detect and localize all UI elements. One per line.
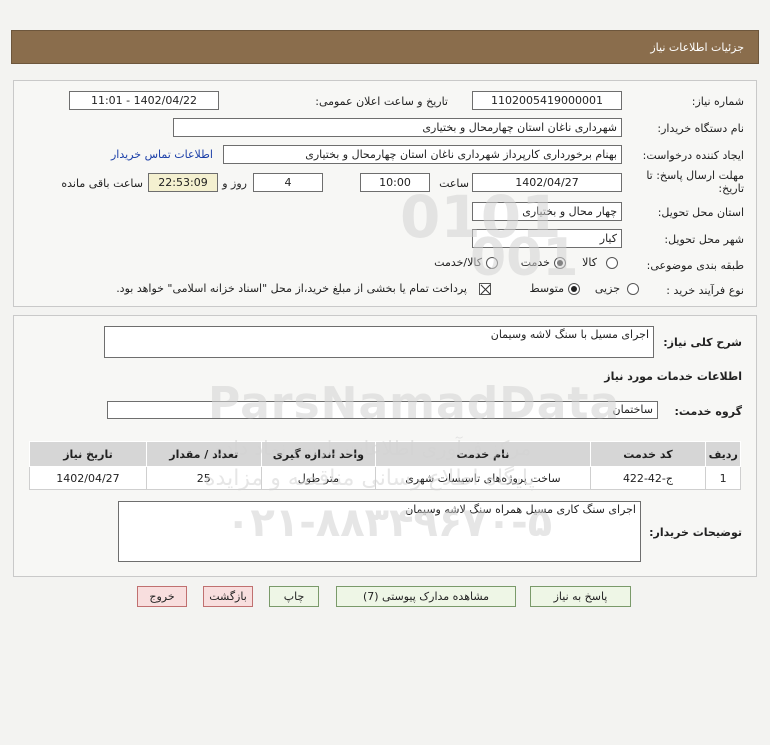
- buyer-contact-link[interactable]: اطلاعات تماس خریدار: [111, 148, 213, 161]
- category-label: طبقه بندی موضوعی:: [646, 259, 744, 272]
- cell-row-number: 1: [705, 466, 741, 490]
- category-option-goods: کالا: [582, 256, 597, 269]
- deadline-time-label: ساعت: [439, 177, 469, 190]
- col-need-date: تاریخ نیاز: [29, 441, 147, 467]
- treasury-payment-note: پرداخت تمام یا بخشی از مبلغ خرید،از محل …: [116, 282, 467, 295]
- process-option-minor: جزیی: [594, 282, 620, 295]
- buyer-notes-label: توضیحات خریدار:: [649, 526, 742, 539]
- need-number-field: 1102005419000001: [472, 91, 622, 110]
- cell-quantity: 25: [145, 466, 262, 490]
- announce-datetime-field: 1402/04/22 - 11:01: [69, 91, 219, 110]
- cell-service-code: ج-42-422: [589, 466, 707, 490]
- city-field: کیار: [472, 229, 622, 248]
- summary-label: شرح کلی نیاز:: [663, 336, 742, 349]
- back-button[interactable]: بازگشت: [203, 586, 253, 607]
- deadline-label-line2: تاریخ:: [718, 182, 744, 195]
- reply-button[interactable]: پاسخ به نیاز: [530, 586, 631, 607]
- remaining-time-field: 22:53:09: [148, 173, 218, 192]
- deadline-time-field: 10:00: [360, 173, 430, 192]
- need-info-panel: [13, 80, 757, 307]
- city-label: شهر محل تحویل:: [664, 233, 744, 246]
- buyer-notes-field: اجرای سنگ کاری مسیل همراه سنگ لاشه وسیما…: [118, 501, 641, 562]
- page-title: جزئیات اطلاعات نیاز: [650, 41, 744, 54]
- remaining-time-label: ساعت باقی مانده: [61, 177, 143, 190]
- announce-datetime-label: تاریخ و ساعت اعلان عمومی:: [315, 95, 448, 108]
- cell-service-name: ساخت پروژه‌های تاسیسات شهری: [375, 466, 591, 490]
- services-heading: اطلاعات خدمات مورد نیاز: [604, 370, 742, 383]
- category-radio-goods-service[interactable]: [486, 257, 498, 269]
- cell-unit: متر طول: [260, 466, 377, 490]
- service-group-label: گروه خدمت:: [674, 405, 742, 418]
- category-radio-service[interactable]: [554, 257, 566, 269]
- table-row: 1 ج-42-422 ساخت پروژه‌های تاسیسات شهری م…: [29, 466, 741, 490]
- table-header-row: ردیف کد خدمت نام خدمت واحد اندازه گیری ت…: [29, 441, 741, 467]
- attachments-button[interactable]: مشاهده مدارک پیوستی (7): [336, 586, 516, 607]
- exit-button[interactable]: خروج: [137, 586, 187, 607]
- print-button[interactable]: چاپ: [269, 586, 319, 607]
- category-radio-goods[interactable]: [606, 257, 618, 269]
- category-option-goods-service: کالا/خدمت: [434, 256, 482, 269]
- col-quantity: تعداد / مقدار: [145, 441, 262, 467]
- deadline-date-field: 1402/04/27: [472, 173, 622, 192]
- service-group-field: ساختمان: [107, 401, 658, 419]
- process-option-medium: متوسط: [529, 282, 564, 295]
- category-option-service: خدمت: [520, 256, 550, 269]
- remaining-days-field: 4: [253, 173, 323, 192]
- province-label: استان محل تحویل:: [657, 206, 744, 219]
- col-unit: واحد اندازه گیری: [260, 441, 377, 467]
- creator-field: بهنام برخورداری کارپرداز شهرداری ناغان ا…: [223, 145, 622, 164]
- page-header: جزئیات اطلاعات نیاز: [11, 30, 759, 64]
- process-radio-minor[interactable]: [627, 283, 639, 295]
- treasury-payment-checkbox[interactable]: [479, 283, 491, 295]
- days-label: روز و: [222, 177, 247, 190]
- creator-label: ایجاد کننده درخواست:: [642, 149, 744, 162]
- process-radio-medium[interactable]: [568, 283, 580, 295]
- deadline-label-line1: مهلت ارسال پاسخ: تا: [646, 169, 744, 182]
- need-number-label: شماره نیاز:: [691, 95, 744, 108]
- cell-need-date: 1402/04/27: [29, 466, 147, 490]
- col-service-code: کد خدمت: [589, 441, 707, 467]
- buyer-org-label: نام دستگاه خریدار:: [657, 122, 744, 135]
- province-field: چهار محال و بختیاری: [472, 202, 622, 221]
- buyer-org-field: شهرداری ناغان استان چهارمحال و بختیاری: [173, 118, 622, 137]
- summary-field: اجرای مسیل با سنگ لاشه وسیمان: [104, 326, 654, 358]
- process-label: نوع فرآیند خرید :: [666, 284, 744, 297]
- services-table: ردیف کد خدمت نام خدمت واحد اندازه گیری ت…: [29, 441, 741, 490]
- col-row-number: ردیف: [705, 441, 741, 467]
- col-service-name: نام خدمت: [375, 441, 591, 467]
